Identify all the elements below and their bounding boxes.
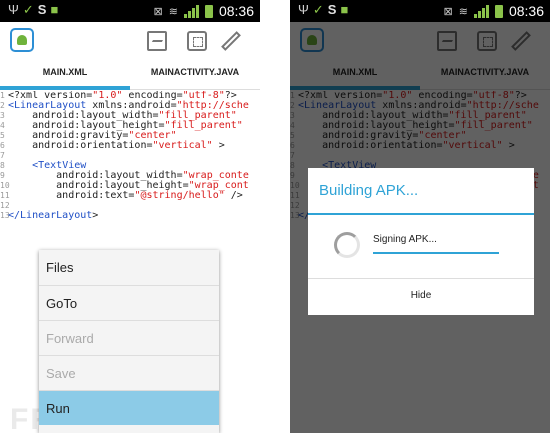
tab-label: MAIN.XML: [42, 67, 88, 77]
image-icon[interactable]: [147, 31, 167, 51]
menu-item-files[interactable]: Files: [39, 250, 219, 285]
status-clock: 08:36: [218, 3, 254, 19]
dialog-title-divider: [308, 213, 534, 215]
hide-button[interactable]: Hide: [308, 279, 534, 315]
status-bar: Ψ✓S■ ⊠ ≋ 08:36: [0, 0, 260, 22]
signal-icon: [473, 4, 489, 18]
line-number: 11: [0, 191, 10, 200]
line-number: 7: [0, 151, 5, 160]
usb-icon: Ψ: [8, 2, 23, 17]
line-number: 10: [0, 181, 10, 190]
code-line: 6 android:orientation="vertical" >: [0, 141, 260, 151]
code-text: android:text="@string/hello" />: [8, 190, 243, 201]
wifi-icon: ≋: [168, 5, 178, 18]
s-icon: S: [37, 2, 51, 17]
line-number: 4: [0, 121, 5, 130]
android-braces-icon[interactable]: [10, 28, 34, 52]
line-number: 12: [0, 201, 10, 210]
mute-icon: ⊠: [443, 5, 453, 18]
menu-item-forward[interactable]: Forward: [39, 320, 219, 355]
line-number: 13: [0, 211, 10, 220]
file-tabs: MAIN.XML MAINACTIVITY.JAVA: [0, 60, 260, 90]
bag-icon: ■: [340, 2, 353, 17]
usb-icon: Ψ: [298, 2, 313, 17]
bag-icon: ■: [50, 2, 63, 17]
right-phone-screen: Ψ✓S■ ⊠ ≋ 08:36 MAIN.XML MAINACTIVITY.JAV…: [290, 0, 550, 433]
line-number: 8: [0, 161, 5, 170]
line-number: 2: [0, 101, 5, 110]
check-icon: ✓: [22, 2, 38, 17]
action-bar: [0, 22, 260, 60]
tab-mainactivity-java[interactable]: MAINACTIVITY.JAVA: [130, 60, 260, 90]
options-menu: Files GoTo Forward Save Run: [39, 250, 219, 433]
menu-item-run[interactable]: Run: [39, 390, 219, 425]
dialog-message: Signing APK...: [373, 234, 437, 245]
tab-main-xml[interactable]: MAIN.XML: [0, 60, 130, 90]
spinner-icon: [334, 232, 360, 258]
code-text: android:orientation="vertical" >: [8, 140, 225, 151]
menu-item-save[interactable]: Save: [39, 355, 219, 390]
line-number: 6: [0, 141, 5, 150]
line-number: 5: [0, 131, 5, 140]
line-number: 9: [0, 171, 5, 180]
mute-icon: ⊠: [153, 5, 163, 18]
menu-item-goto[interactable]: GoTo: [39, 285, 219, 320]
battery-icon: [494, 4, 503, 18]
build-dialog: Building APK... Signing APK... Hide: [308, 168, 534, 315]
tab-selected-indicator: [0, 86, 130, 90]
s-icon: S: [327, 2, 341, 17]
line-number: 1: [0, 91, 5, 100]
battery-icon: [204, 4, 213, 18]
wifi-icon: ≋: [458, 5, 468, 18]
pencil-icon[interactable]: [221, 31, 241, 51]
status-clock: 08:36: [508, 3, 544, 19]
status-bar: Ψ✓S■ ⊠ ≋ 08:36: [290, 0, 550, 22]
left-phone-screen: Ψ✓S■ ⊠ ≋ 08:36 MAIN.XML MAINACTIVITY.JAV…: [0, 0, 260, 433]
dialog-title: Building APK...: [319, 182, 419, 199]
signal-icon: [183, 4, 199, 18]
line-number: 3: [0, 111, 5, 120]
code-line: 13</LinearLayout>: [0, 211, 260, 221]
screenshot-icon[interactable]: [187, 31, 207, 51]
code-text: </LinearLayout>: [8, 210, 99, 221]
progress-fill: [373, 252, 499, 254]
check-icon: ✓: [312, 2, 328, 17]
tab-label: MAINACTIVITY.JAVA: [150, 67, 240, 77]
progress-bar: [373, 252, 499, 254]
code-line: 11 android:text="@string/hello" />: [0, 191, 260, 201]
